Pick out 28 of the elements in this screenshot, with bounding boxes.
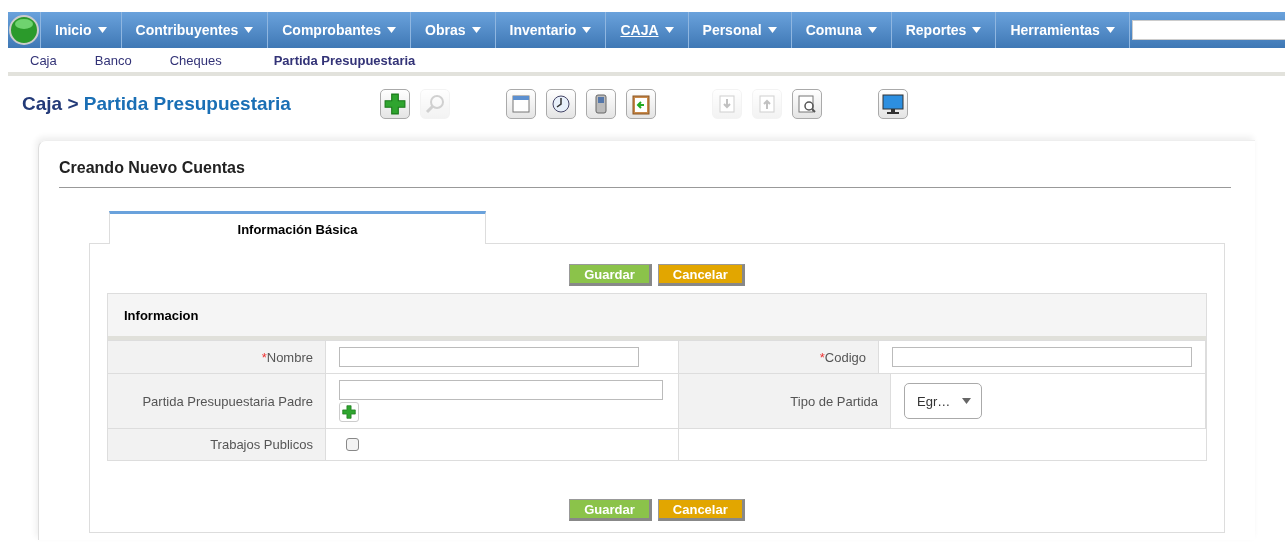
menu-item[interactable]: Herramientas bbox=[996, 12, 1130, 48]
page-title: Caja > Partida Presupuestaria bbox=[22, 93, 292, 115]
submenu-link[interactable]: Cheques bbox=[169, 52, 222, 68]
save-button[interactable]: Guardar bbox=[569, 264, 652, 286]
menu-item[interactable]: Personal bbox=[688, 12, 792, 48]
cancel-button[interactable]: Cancelar bbox=[657, 499, 745, 521]
menu-item[interactable]: CAJA bbox=[606, 12, 689, 48]
menu-item[interactable]: Reportes bbox=[891, 12, 997, 48]
type-dropdown[interactable]: Egr… bbox=[904, 383, 982, 419]
menu-item[interactable]: Obras bbox=[411, 12, 496, 48]
field-label: Tipo de Partida bbox=[679, 374, 891, 428]
cancel-button[interactable]: Cancelar bbox=[657, 264, 745, 286]
menu-item[interactable]: Inventario bbox=[495, 12, 607, 48]
field-label: *Codigo bbox=[679, 341, 879, 373]
menu-item[interactable]: Inicio bbox=[41, 12, 122, 48]
submenu-link[interactable]: Banco bbox=[94, 52, 132, 68]
field-label: Trabajos Publicos bbox=[108, 429, 326, 460]
menu-item[interactable]: Comprobantes bbox=[268, 12, 412, 48]
menu-item[interactable]: Contribuyentes bbox=[121, 12, 269, 48]
field-label: *Nombre bbox=[108, 341, 326, 373]
form-title: Creando Nuevo Cuentas bbox=[59, 155, 1231, 188]
submenu-link[interactable]: Caja bbox=[30, 52, 57, 68]
menu-item[interactable]: Comuna bbox=[791, 12, 892, 48]
submenu-link[interactable]: Partida Presupuestaria bbox=[273, 52, 416, 68]
save-button[interactable]: Guardar bbox=[569, 499, 652, 521]
tab[interactable]: Información Básica bbox=[109, 211, 486, 244]
section-header: Informacion bbox=[108, 294, 1206, 340]
field-label: Partida Presupuestaria Padre bbox=[108, 374, 326, 428]
